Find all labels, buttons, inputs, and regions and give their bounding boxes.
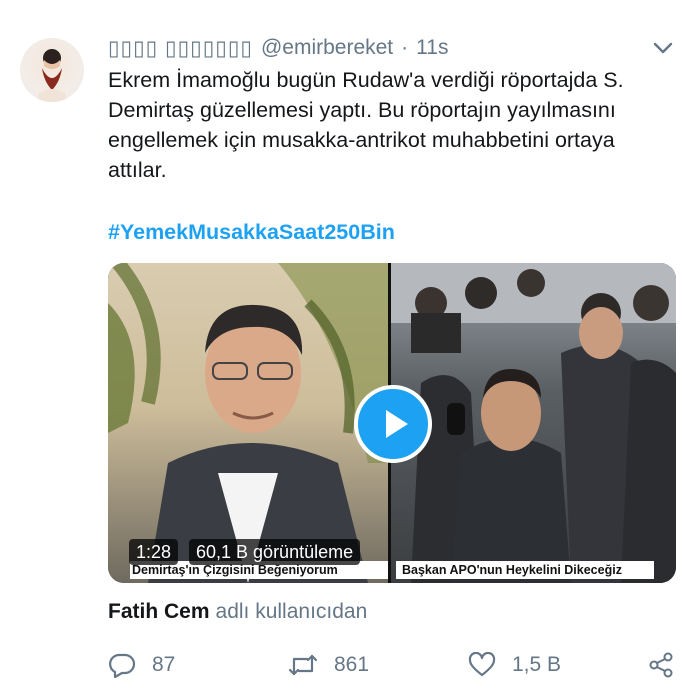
retweet-icon bbox=[288, 654, 318, 676]
share-button[interactable] bbox=[648, 650, 690, 680]
video-duration: 1:28 bbox=[129, 539, 179, 565]
video-attribution: Fatih Cem adlı kullanıcıdan bbox=[108, 598, 367, 626]
retweet-count: 861 bbox=[334, 653, 370, 676]
header-separator: · bbox=[401, 36, 409, 59]
like-button[interactable]: 1,5 B bbox=[468, 650, 561, 680]
reply-icon bbox=[109, 653, 136, 678]
tweet-header: ▯▯▯▯ ▯▯▯▯▯▯▯ @emirbereket · 11s bbox=[108, 34, 448, 62]
share-icon bbox=[649, 652, 673, 678]
view-count: 60,1 B görüntüleme bbox=[189, 539, 361, 565]
reply-button[interactable]: 87 bbox=[108, 650, 175, 680]
video-frame-left bbox=[108, 263, 388, 583]
video-player[interactable]: Demirtaş'ın Çizgisini Beğeniyorum Başkan… bbox=[108, 263, 676, 583]
play-button[interactable] bbox=[354, 385, 432, 463]
video-caption-right: Başkan APO'nun Heykelini Dikeceğiz bbox=[396, 561, 654, 579]
like-count: 1,5 B bbox=[512, 653, 562, 676]
tweet-text: Ekrem İmamoğlu bugün Rudaw'a verdiği röp… bbox=[108, 68, 624, 182]
reply-count: 87 bbox=[152, 653, 176, 676]
chevron-down-icon[interactable] bbox=[652, 40, 674, 56]
user-handle[interactable]: @emirbereket bbox=[261, 36, 393, 60]
video-frame-right bbox=[391, 263, 676, 583]
attribution-name[interactable]: Fatih Cem bbox=[108, 600, 210, 623]
hashtag-link[interactable]: #YemekMusakkaSaat250Bin bbox=[108, 217, 395, 247]
attribution-suffix: adlı kullanıcıdan bbox=[215, 600, 368, 623]
retweet-button[interactable]: 861 bbox=[288, 650, 369, 680]
display-name[interactable]: ▯▯▯▯ ▯▯▯▯▯▯▯ bbox=[108, 36, 253, 61]
play-icon bbox=[386, 410, 408, 438]
heart-icon bbox=[468, 652, 496, 677]
tweet-timestamp[interactable]: 11s bbox=[416, 36, 448, 60]
avatar-illustration bbox=[38, 49, 66, 102]
avatar[interactable] bbox=[20, 38, 84, 102]
